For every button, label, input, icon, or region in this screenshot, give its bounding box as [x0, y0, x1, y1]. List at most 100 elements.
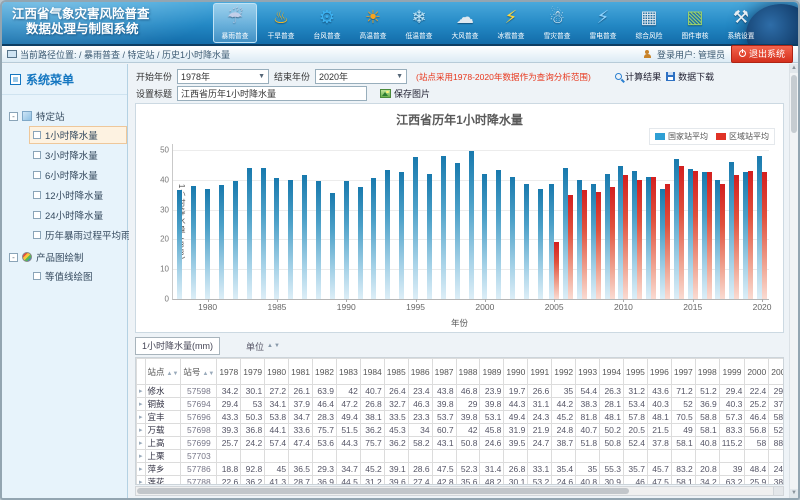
year-column-header[interactable]: 1996: [647, 359, 671, 385]
station-id-column-header[interactable]: 站号▲▼: [181, 359, 217, 385]
tree-node-0[interactable]: -特定站: [9, 109, 127, 123]
scroll-down-icon[interactable]: ▼: [790, 489, 798, 498]
row-expander-icon[interactable]: ▸: [137, 476, 146, 486]
table-row[interactable]: ▸萍乡5778618.892.84536.529.334.745.239.128…: [137, 463, 785, 476]
year-column-header[interactable]: 1986: [408, 359, 432, 385]
scrollbar-thumb[interactable]: [791, 75, 797, 133]
value-cell: [265, 450, 289, 463]
year-column-header[interactable]: 1997: [671, 359, 695, 385]
value-cell: 36.8: [241, 424, 265, 437]
legend-entry-国家站平均[interactable]: 国家站平均: [655, 131, 708, 142]
table-row[interactable]: ▸上高5769925.724.257.447.453.644.375.736.2…: [137, 437, 785, 450]
row-expander-icon[interactable]: ▸: [137, 385, 146, 398]
year-column-header[interactable]: 1980: [265, 359, 289, 385]
nav-item-rainstorm-survey[interactable]: ☔暴雨普查: [213, 3, 257, 43]
year-column-header[interactable]: 1979: [241, 359, 265, 385]
tree-leaf-等值线绘图[interactable]: 等值线绘图: [29, 267, 127, 285]
tree-leaf-历年暴雨过程平均雨量[interactable]: 历年暴雨过程平均雨量: [29, 226, 127, 244]
nav-item-label: 暴雨普查: [216, 31, 254, 39]
year-column-header[interactable]: 1988: [456, 359, 480, 385]
year-column-header[interactable]: 1985: [384, 359, 408, 385]
row-expander-icon[interactable]: ▸: [137, 463, 146, 476]
year-column-header[interactable]: 1989: [480, 359, 504, 385]
unit-filter-dropdown[interactable]: 单位 ▲▼: [246, 340, 281, 353]
table-row[interactable]: ▸上栗57703: [137, 450, 785, 463]
table-row[interactable]: ▸莲花5778822.636.241.328.736.944.531.239.6…: [137, 476, 785, 486]
nav-item-drought-survey[interactable]: ♨干旱普查: [259, 3, 303, 43]
expander-icon[interactable]: -: [9, 112, 18, 121]
value-cell: 22.4: [745, 385, 769, 398]
year-column-header[interactable]: 1982: [313, 359, 337, 385]
nav-item-lightning-survey[interactable]: ⚡雷电普查: [581, 3, 625, 43]
tree-leaf-24小时降水量[interactable]: 24小时降水量: [29, 206, 127, 224]
year-column-header[interactable]: 1978: [217, 359, 241, 385]
expander-icon[interactable]: -: [9, 253, 18, 262]
scroll-up-icon[interactable]: ▲: [790, 64, 798, 73]
table-row[interactable]: ▸宜丰5769643.350.353.834.728.349.438.133.5…: [137, 411, 785, 424]
value-cell: [289, 450, 313, 463]
row-expander-icon[interactable]: ▸: [137, 398, 146, 411]
nav-item-composite-risk[interactable]: ▦综合风险: [627, 3, 671, 43]
value-cell: [360, 450, 384, 463]
nav-item-low-temp-survey[interactable]: ❄低温普查: [397, 3, 441, 43]
year-column-header[interactable]: 1981: [289, 359, 313, 385]
year-column-header[interactable]: 1994: [600, 359, 624, 385]
nav-item-gale-survey[interactable]: ☁大风普查: [443, 3, 487, 43]
tree-leaf-6小时降水量[interactable]: 6小时降水量: [29, 166, 127, 184]
scrollbar-thumb[interactable]: [137, 488, 629, 494]
x-tick-label: 2005: [545, 302, 564, 312]
value-cell: 70.5: [671, 411, 695, 424]
value-cell: 50.2: [600, 424, 624, 437]
table-row[interactable]: ▸铜鼓5769429.45334.137.946.447.226.832.746…: [137, 398, 785, 411]
end-year-select[interactable]: 2020年 ▼: [315, 69, 407, 84]
year-column-header[interactable]: 2001: [769, 359, 784, 385]
tree-leaf-1小时降水量[interactable]: 1小时降水量: [29, 126, 127, 144]
tree-node-1[interactable]: -产品图绘制: [9, 250, 127, 264]
station-column-header[interactable]: 站点▲▼: [145, 359, 181, 385]
row-expander-icon[interactable]: ▸: [137, 424, 146, 437]
nav-item-high-temp-survey[interactable]: ☀高温普查: [351, 3, 395, 43]
unit-button[interactable]: 1小时降水量(mm): [135, 337, 220, 355]
data-table-section: 1小时降水量(mm) 单位 ▲▼ 站点▲▼站号▲▼197819791980198…: [135, 337, 784, 496]
year-column-header[interactable]: 1990: [504, 359, 528, 385]
nav-item-typhoon-survey[interactable]: ⚙台风普查: [305, 3, 349, 43]
nav-item-map-review[interactable]: ▧图件审核: [673, 3, 717, 43]
bar-national-1981: [219, 185, 224, 299]
year-column-header[interactable]: 1993: [576, 359, 600, 385]
row-expander-icon[interactable]: ▸: [137, 437, 146, 450]
year-column-header[interactable]: 1998: [695, 359, 719, 385]
nav-item-hail-survey[interactable]: ⚡冰雹普查: [489, 3, 533, 43]
year-column-header[interactable]: 1984: [360, 359, 384, 385]
value-cell: [480, 450, 504, 463]
logout-button[interactable]: 退出系统: [731, 45, 793, 63]
doc-icon: [33, 191, 41, 199]
legend-entry-区域站平均[interactable]: 区域站平均: [716, 131, 769, 142]
horizontal-scrollbar[interactable]: [135, 486, 784, 496]
tree-leaf-3小时降水量[interactable]: 3小时降水量: [29, 146, 127, 164]
year-column-header[interactable]: 1995: [624, 359, 648, 385]
breadcrumb-label: 当前路径位置:: [20, 48, 77, 61]
year-column-header[interactable]: 1991: [528, 359, 552, 385]
calculate-button[interactable]: 计算结果: [615, 70, 661, 83]
nav-item-snow-survey[interactable]: ☃雪灾普查: [535, 3, 579, 43]
chart-title-input[interactable]: [177, 86, 367, 101]
tree-leaf-12小时降水量[interactable]: 12小时降水量: [29, 186, 127, 204]
nav-item-system-settings[interactable]: ⚒系统设置: [719, 3, 763, 43]
year-column-header[interactable]: 1992: [552, 359, 576, 385]
year-column-header[interactable]: 1999: [719, 359, 745, 385]
download-button[interactable]: 数据下载: [666, 70, 714, 83]
year-column-header[interactable]: 1983: [336, 359, 360, 385]
row-expander-icon[interactable]: ▸: [137, 411, 146, 424]
user-icon: [644, 54, 651, 58]
save-image-button[interactable]: 保存图片: [380, 87, 430, 100]
value-cell: 33.1: [528, 463, 552, 476]
table-row[interactable]: ▸修水5759834.230.127.226.163.94240.726.423…: [137, 385, 785, 398]
value-cell: 45.2: [360, 463, 384, 476]
start-year-select[interactable]: 1978年 ▼: [177, 69, 269, 84]
vertical-scrollbar[interactable]: ▲ ▼: [789, 64, 798, 498]
row-expander-icon[interactable]: ▸: [137, 450, 146, 463]
value-cell: 52.7: [769, 424, 784, 437]
year-column-header[interactable]: 2000: [745, 359, 769, 385]
table-row[interactable]: ▸万载5769839.336.844.133.675.751.536.245.3…: [137, 424, 785, 437]
year-column-header[interactable]: 1987: [432, 359, 456, 385]
